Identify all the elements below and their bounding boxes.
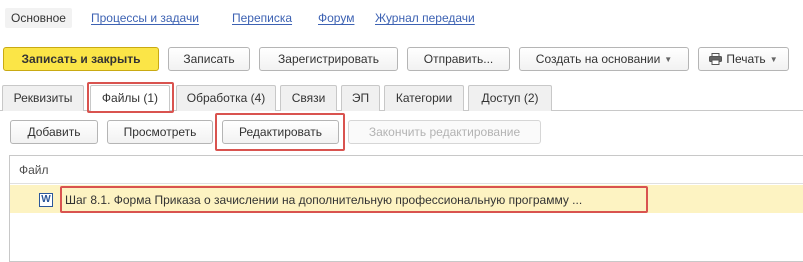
nav-item-processes[interactable]: Процессы и задачи [91,8,199,28]
finish-edit-button[interactable]: Закончить редактирование [348,120,541,144]
create-based-on-label: Создать на основании [535,52,661,66]
nav-item-correspondence[interactable]: Переписка [232,8,292,28]
tab-processing[interactable]: Обработка (4) [176,85,276,111]
register-button[interactable]: Зарегистрировать [259,47,398,71]
nav-item-transfer-log[interactable]: Журнал передачи [375,8,475,28]
column-header-file[interactable]: Файл [10,156,803,184]
print-label: Печать [726,52,766,66]
view-file-button[interactable]: Просмотреть [107,120,213,144]
nav-item-forum[interactable]: Форум [318,8,354,28]
printer-icon [709,53,723,65]
tab-requisites[interactable]: Реквизиты [2,85,84,111]
tab-links[interactable]: Связи [280,85,337,111]
edit-file-button[interactable]: Редактировать [222,120,339,144]
tab-access[interactable]: Доступ (2) [468,85,552,111]
tab-files[interactable]: Файлы (1) [90,85,170,112]
word-icon: W [39,193,53,207]
send-button[interactable]: Отправить... [407,47,510,71]
create-based-on-button[interactable]: Создать на основании ▼ [519,47,689,71]
chevron-down-icon: ▼ [664,55,673,64]
chevron-down-icon: ▼ [769,55,778,64]
nav-item-main[interactable]: Основное [5,8,72,28]
tab-signature[interactable]: ЭП [341,85,380,111]
add-file-button[interactable]: Добавить [10,120,98,144]
tab-categories[interactable]: Категории [384,85,464,111]
save-and-close-button[interactable]: Записать и закрыть [3,47,159,71]
save-button[interactable]: Записать [168,47,250,71]
print-button[interactable]: Печать ▼ [698,47,789,71]
file-name[interactable]: Шаг 8.1. Форма Приказа о зачислении на д… [65,191,582,209]
